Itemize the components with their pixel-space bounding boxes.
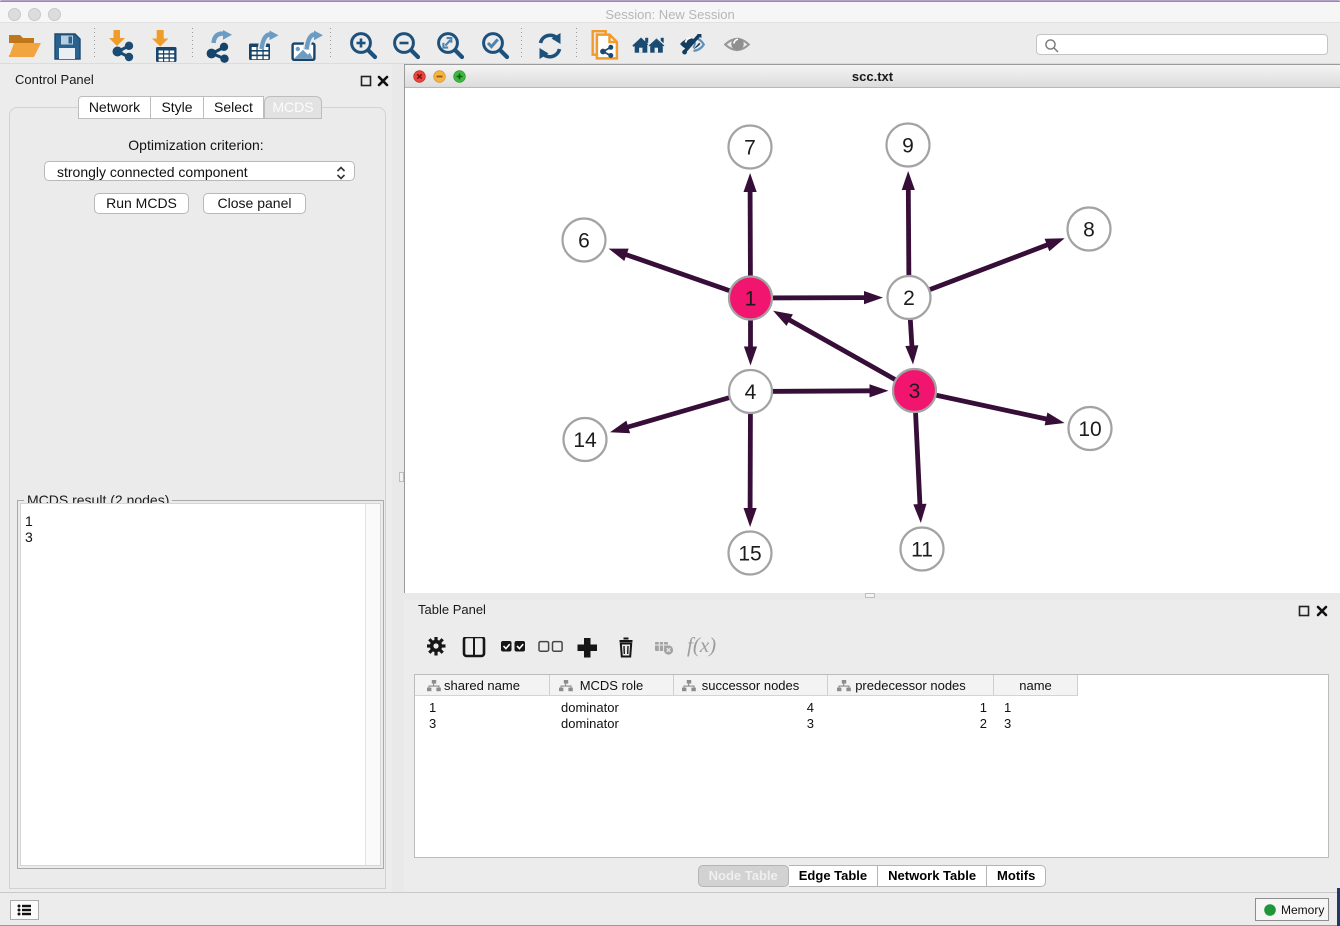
svg-text:9: 9 bbox=[902, 135, 914, 158]
svg-text:11: 11 bbox=[911, 539, 933, 562]
svg-text:10: 10 bbox=[1078, 418, 1101, 441]
svg-text:15: 15 bbox=[738, 543, 761, 566]
svg-text:14: 14 bbox=[573, 429, 597, 452]
svg-text:7: 7 bbox=[744, 137, 756, 160]
svg-text:1: 1 bbox=[745, 288, 757, 311]
svg-text:8: 8 bbox=[1083, 219, 1095, 242]
svg-text:6: 6 bbox=[578, 230, 590, 253]
svg-text:4: 4 bbox=[745, 381, 757, 404]
svg-text:3: 3 bbox=[909, 380, 921, 403]
svg-text:2: 2 bbox=[903, 287, 915, 310]
